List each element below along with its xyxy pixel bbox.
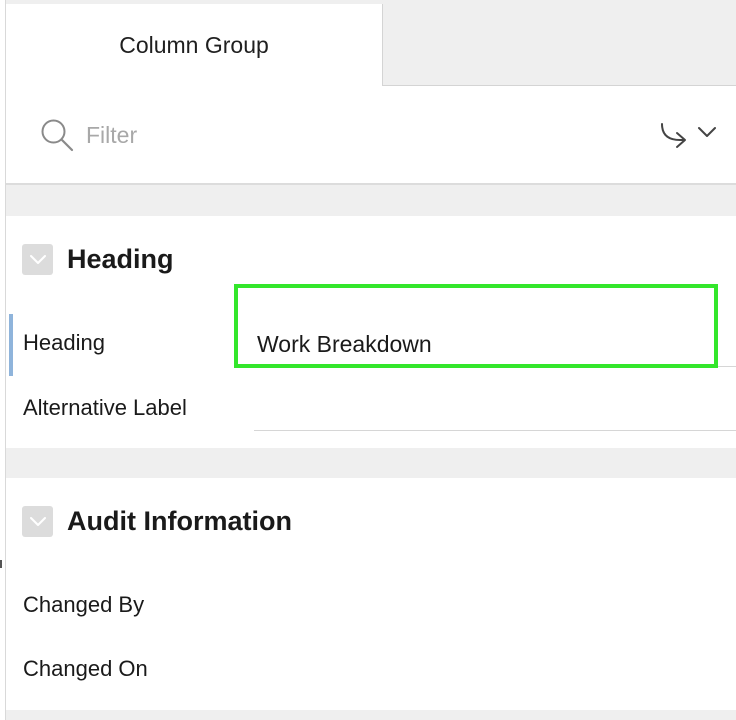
section-title-heading: Heading bbox=[67, 244, 174, 274]
collapse-heading-button[interactable] bbox=[22, 244, 53, 275]
section-gap bbox=[6, 710, 736, 720]
alternative-label-label: Alternative Label bbox=[23, 395, 187, 420]
alternative-label-input[interactable] bbox=[254, 386, 736, 431]
filter-input[interactable] bbox=[84, 114, 388, 156]
changed-by-label: Changed By bbox=[23, 592, 145, 617]
active-field-marker bbox=[9, 314, 13, 376]
section-gap bbox=[6, 448, 736, 478]
goto-arrow-chevron-icon bbox=[661, 123, 716, 148]
section-gap bbox=[6, 185, 736, 216]
resize-handle[interactable] bbox=[0, 560, 2, 568]
section-title-audit: Audit Information bbox=[67, 506, 292, 536]
tab-label: Column Group bbox=[119, 31, 269, 58]
collapse-audit-button[interactable] bbox=[22, 506, 53, 537]
heading-section: Heading Heading Alternative Label bbox=[6, 216, 736, 448]
audit-section: Audit Information Changed By Changed On bbox=[6, 478, 736, 710]
tab-column-group[interactable]: Column Group bbox=[6, 4, 383, 86]
goto-menu-button[interactable] bbox=[656, 116, 726, 156]
filter-toolbar bbox=[6, 86, 736, 185]
heading-input[interactable] bbox=[254, 322, 736, 367]
changed-on-label: Changed On bbox=[23, 656, 148, 681]
tab-bar: Column Group bbox=[6, 0, 736, 86]
heading-label: Heading bbox=[23, 330, 105, 355]
search-icon bbox=[41, 119, 74, 152]
chevron-down-icon bbox=[29, 516, 46, 526]
chevron-down-icon bbox=[29, 254, 46, 264]
